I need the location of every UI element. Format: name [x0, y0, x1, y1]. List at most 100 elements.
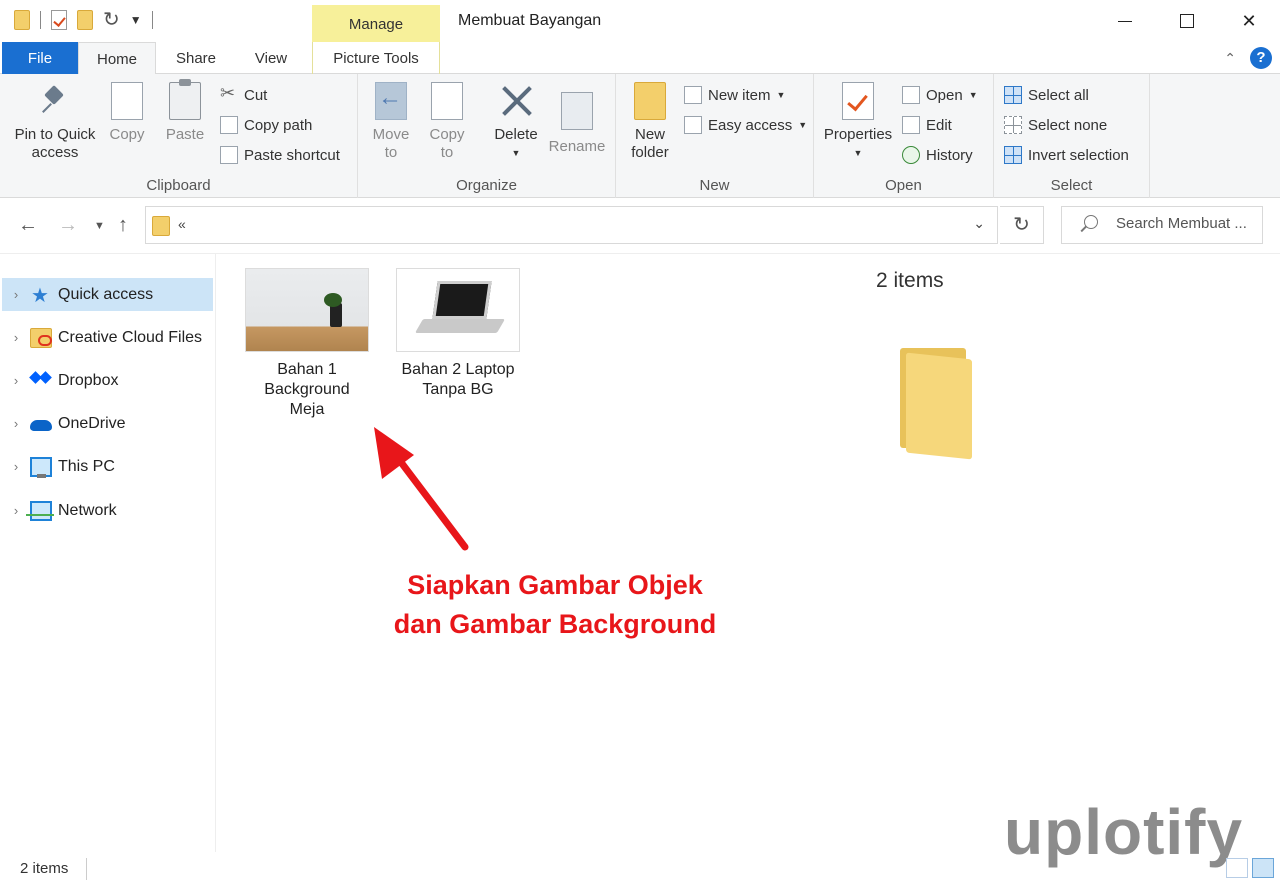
- tab-view[interactable]: View: [238, 42, 304, 74]
- annotation-line-2: dan Gambar Background: [393, 609, 717, 639]
- tab-home[interactable]: Home: [78, 42, 156, 75]
- window-title: Membuat Bayangan: [458, 12, 602, 29]
- minimize-ribbon-icon[interactable]: ⌃: [1224, 50, 1236, 67]
- nav-item-this-pc[interactable]: › This PC: [2, 450, 213, 483]
- details-view-icon[interactable]: [1226, 858, 1248, 878]
- expand-chevron-icon[interactable]: ›: [2, 459, 30, 474]
- file-item[interactable]: Bahan 2 Laptop Tanpa BG: [395, 268, 521, 400]
- properties-qat-icon[interactable]: [51, 10, 67, 30]
- move-to-button[interactable]: Move to: [368, 82, 414, 162]
- address-dropdown-icon[interactable]: ⌄: [973, 215, 985, 232]
- clipboard-group: Pin to Quick access Copy Paste Cut Copy …: [0, 74, 358, 198]
- new-folder-button[interactable]: New folder: [626, 82, 674, 162]
- copy-label: Copy: [109, 126, 145, 143]
- customize-qat-icon[interactable]: ▼: [130, 13, 142, 27]
- paste-shortcut-button[interactable]: Paste shortcut: [220, 142, 340, 168]
- address-bar[interactable]: « ⌄: [145, 206, 998, 244]
- undo-icon[interactable]: ↻: [103, 10, 120, 30]
- new-folder-icon: [634, 82, 666, 120]
- nav-item-label: OneDrive: [58, 414, 126, 432]
- manage-contextual-tab: Manage: [312, 5, 440, 42]
- delete-label: Delete: [494, 126, 538, 143]
- folder-icon: [152, 216, 170, 236]
- rename-button[interactable]: Rename: [546, 82, 608, 156]
- desk-background-thumbnail: [245, 268, 369, 352]
- nav-item-quick-access[interactable]: › Quick access: [2, 278, 213, 311]
- close-button[interactable]: ✕: [1218, 0, 1280, 42]
- rename-icon: [561, 92, 593, 130]
- copy-to-button[interactable]: Copy to: [424, 78, 470, 162]
- copy-icon: [106, 78, 143, 120]
- file-item[interactable]: Bahan 1 Background Meja: [244, 268, 370, 420]
- search-input[interactable]: [1116, 215, 1260, 232]
- select-all-icon: [1004, 86, 1022, 104]
- paste-label: Paste: [165, 126, 205, 143]
- expand-chevron-icon[interactable]: ›: [2, 503, 30, 518]
- tab-file[interactable]: File: [2, 42, 78, 74]
- forward-arrow-icon[interactable]: →: [58, 214, 78, 237]
- open-button[interactable]: Open ▼: [902, 82, 978, 108]
- ribbon-tabs: File Home Share View Picture Tools ⌃ ?: [0, 42, 1280, 75]
- new-item-button[interactable]: New item ▼: [684, 82, 785, 108]
- open-group: Properties ▼ Open ▼ Edit History Open: [814, 74, 994, 198]
- paste-button[interactable]: Paste: [160, 79, 210, 144]
- group-label-select: Select: [1050, 177, 1093, 194]
- copy-to-icon: [426, 78, 463, 120]
- plant-pot-shape: [324, 293, 342, 327]
- large-icons-view-icon[interactable]: [1252, 858, 1274, 878]
- annotation-text: Siapkan Gambar Objek dan Gambar Backgrou…: [380, 566, 730, 644]
- select-all-button[interactable]: Select all: [1004, 82, 1089, 108]
- copy-button[interactable]: Copy: [104, 78, 150, 144]
- minimize-button[interactable]: [1094, 0, 1156, 42]
- pin-label: Pin to Quick access: [14, 126, 96, 161]
- tab-share[interactable]: Share: [160, 42, 232, 74]
- invert-selection-label: Invert selection: [1028, 146, 1129, 164]
- recent-locations-icon[interactable]: ▼: [94, 220, 105, 232]
- expand-chevron-icon[interactable]: ›: [2, 416, 30, 431]
- help-icon[interactable]: ?: [1250, 47, 1272, 69]
- expand-chevron-icon[interactable]: ›: [2, 287, 30, 302]
- breadcrumb-overflow[interactable]: «: [178, 216, 186, 232]
- copy-path-button[interactable]: Copy path: [220, 112, 312, 138]
- up-arrow-icon[interactable]: ↑: [118, 214, 128, 237]
- nav-item-label: Network: [58, 501, 117, 519]
- history-label: History: [926, 146, 973, 164]
- invert-selection-button[interactable]: Invert selection: [1004, 142, 1129, 168]
- nav-item-label: Dropbox: [58, 371, 119, 389]
- nav-item-network[interactable]: › Network: [2, 494, 213, 527]
- expand-chevron-icon[interactable]: ›: [2, 373, 30, 388]
- search-box[interactable]: [1061, 206, 1263, 244]
- nav-item-dropbox[interactable]: › Dropbox: [2, 364, 213, 397]
- properties-button[interactable]: Properties ▼: [820, 82, 896, 162]
- select-none-icon: [1004, 116, 1022, 134]
- copy-path-label: Copy path: [244, 116, 313, 134]
- cut-button[interactable]: Cut: [220, 82, 267, 108]
- annotation-line-1: Siapkan Gambar Objek: [407, 570, 703, 600]
- folder-icon[interactable]: [14, 10, 30, 30]
- new-folder-qat-icon[interactable]: [77, 10, 93, 30]
- quick-access-toolbar: ↻ ▼: [14, 10, 153, 30]
- edit-button[interactable]: Edit: [902, 112, 952, 138]
- paste-shortcut-label: Paste shortcut: [244, 146, 340, 164]
- expand-chevron-icon[interactable]: ›: [2, 330, 30, 345]
- properties-dropdown-icon[interactable]: ▼: [820, 144, 896, 162]
- rename-label: Rename: [548, 138, 606, 155]
- easy-access-button[interactable]: Easy access ▼: [684, 112, 807, 138]
- select-none-button[interactable]: Select none: [1004, 112, 1107, 138]
- history-icon: [902, 146, 920, 164]
- new-item-dropdown-icon: ▼: [776, 90, 786, 100]
- divider: [151, 11, 153, 29]
- delete-button[interactable]: Delete ▼: [490, 82, 542, 162]
- history-button[interactable]: History: [902, 142, 973, 168]
- nav-item-creative-cloud-files[interactable]: › Creative Cloud Files: [2, 321, 213, 354]
- new-item-label: New item: [708, 86, 771, 104]
- computer-icon: [30, 456, 52, 478]
- back-arrow-icon[interactable]: ←: [18, 214, 38, 237]
- nav-item-onedrive[interactable]: › OneDrive: [2, 407, 213, 440]
- delete-dropdown-icon[interactable]: ▼: [490, 144, 542, 162]
- scissors-icon: [220, 83, 238, 104]
- pin-to-quick-access-button[interactable]: Pin to Quick access: [8, 82, 102, 162]
- tab-picture-tools[interactable]: Picture Tools: [312, 42, 440, 74]
- refresh-button[interactable]: ↻: [1000, 206, 1044, 244]
- maximize-button[interactable]: [1156, 0, 1218, 42]
